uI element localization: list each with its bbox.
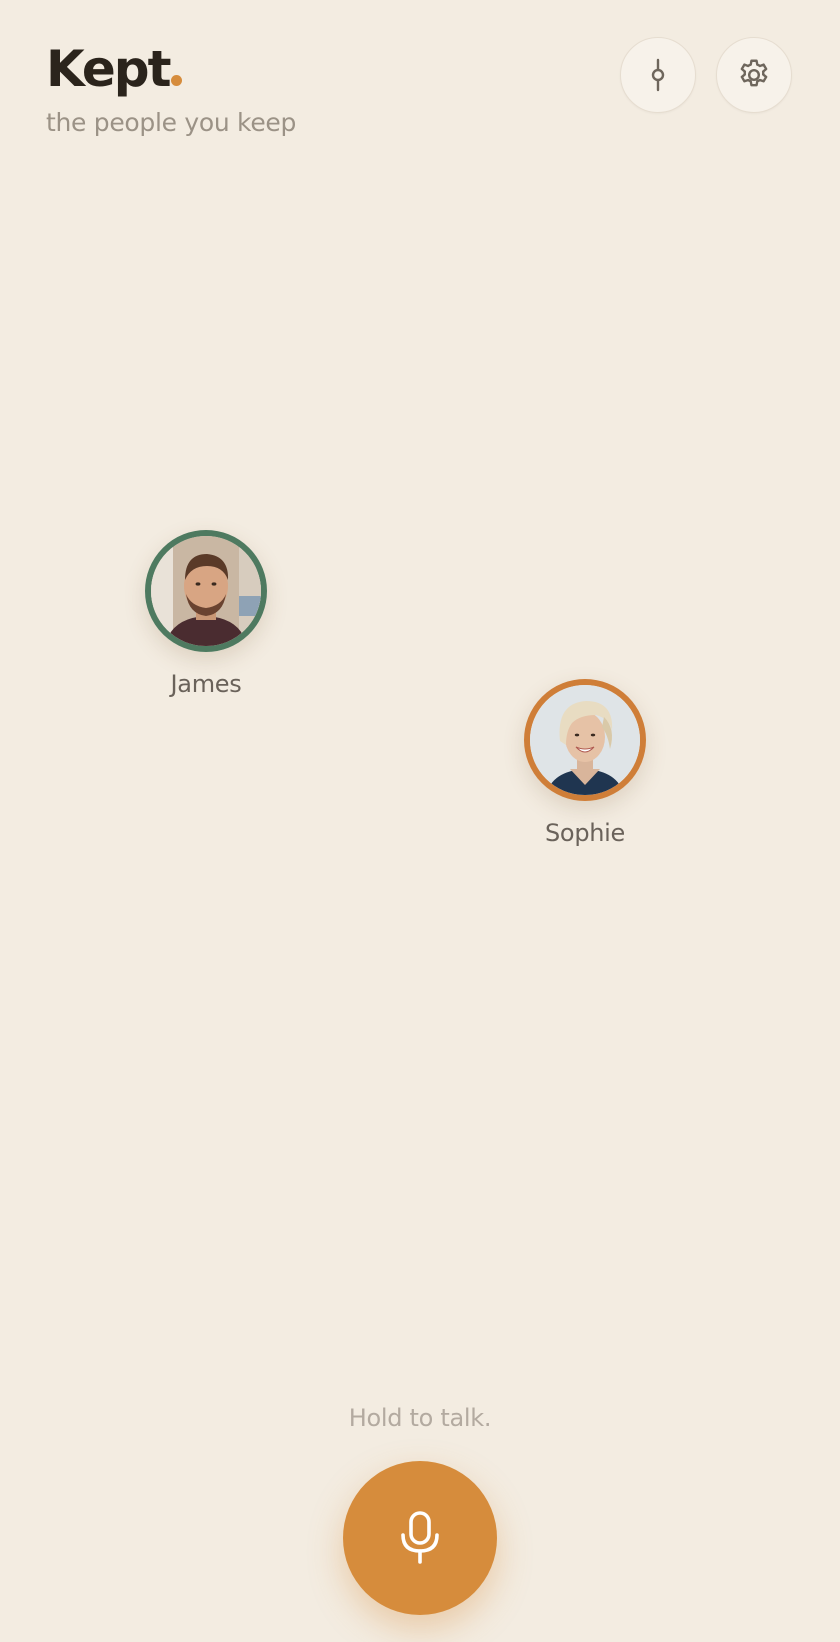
hold-to-talk-hint: Hold to talk. [348, 1404, 492, 1432]
person-name: James [170, 670, 242, 698]
avatar-photo-sophie [530, 685, 640, 795]
gear-icon [740, 59, 768, 87]
timeline-icon [651, 58, 665, 92]
brand-dot [171, 75, 183, 86]
brand-logo: Kept [46, 36, 296, 102]
mic-button[interactable] [343, 1461, 497, 1615]
avatar[interactable] [145, 530, 267, 652]
brand: Kept the people you keep [46, 36, 296, 137]
avatar-photo-james [151, 536, 261, 646]
avatar[interactable] [524, 679, 646, 801]
person-sophie[interactable]: Sophie [505, 679, 665, 847]
person-name: Sophie [545, 819, 625, 847]
app-title: Kept [46, 40, 171, 98]
microphone-icon [401, 1511, 439, 1564]
settings-button[interactable] [716, 37, 792, 113]
person-james[interactable]: James [126, 530, 286, 698]
timeline-button[interactable] [620, 37, 696, 113]
app-subtitle: the people you keep [46, 108, 297, 137]
